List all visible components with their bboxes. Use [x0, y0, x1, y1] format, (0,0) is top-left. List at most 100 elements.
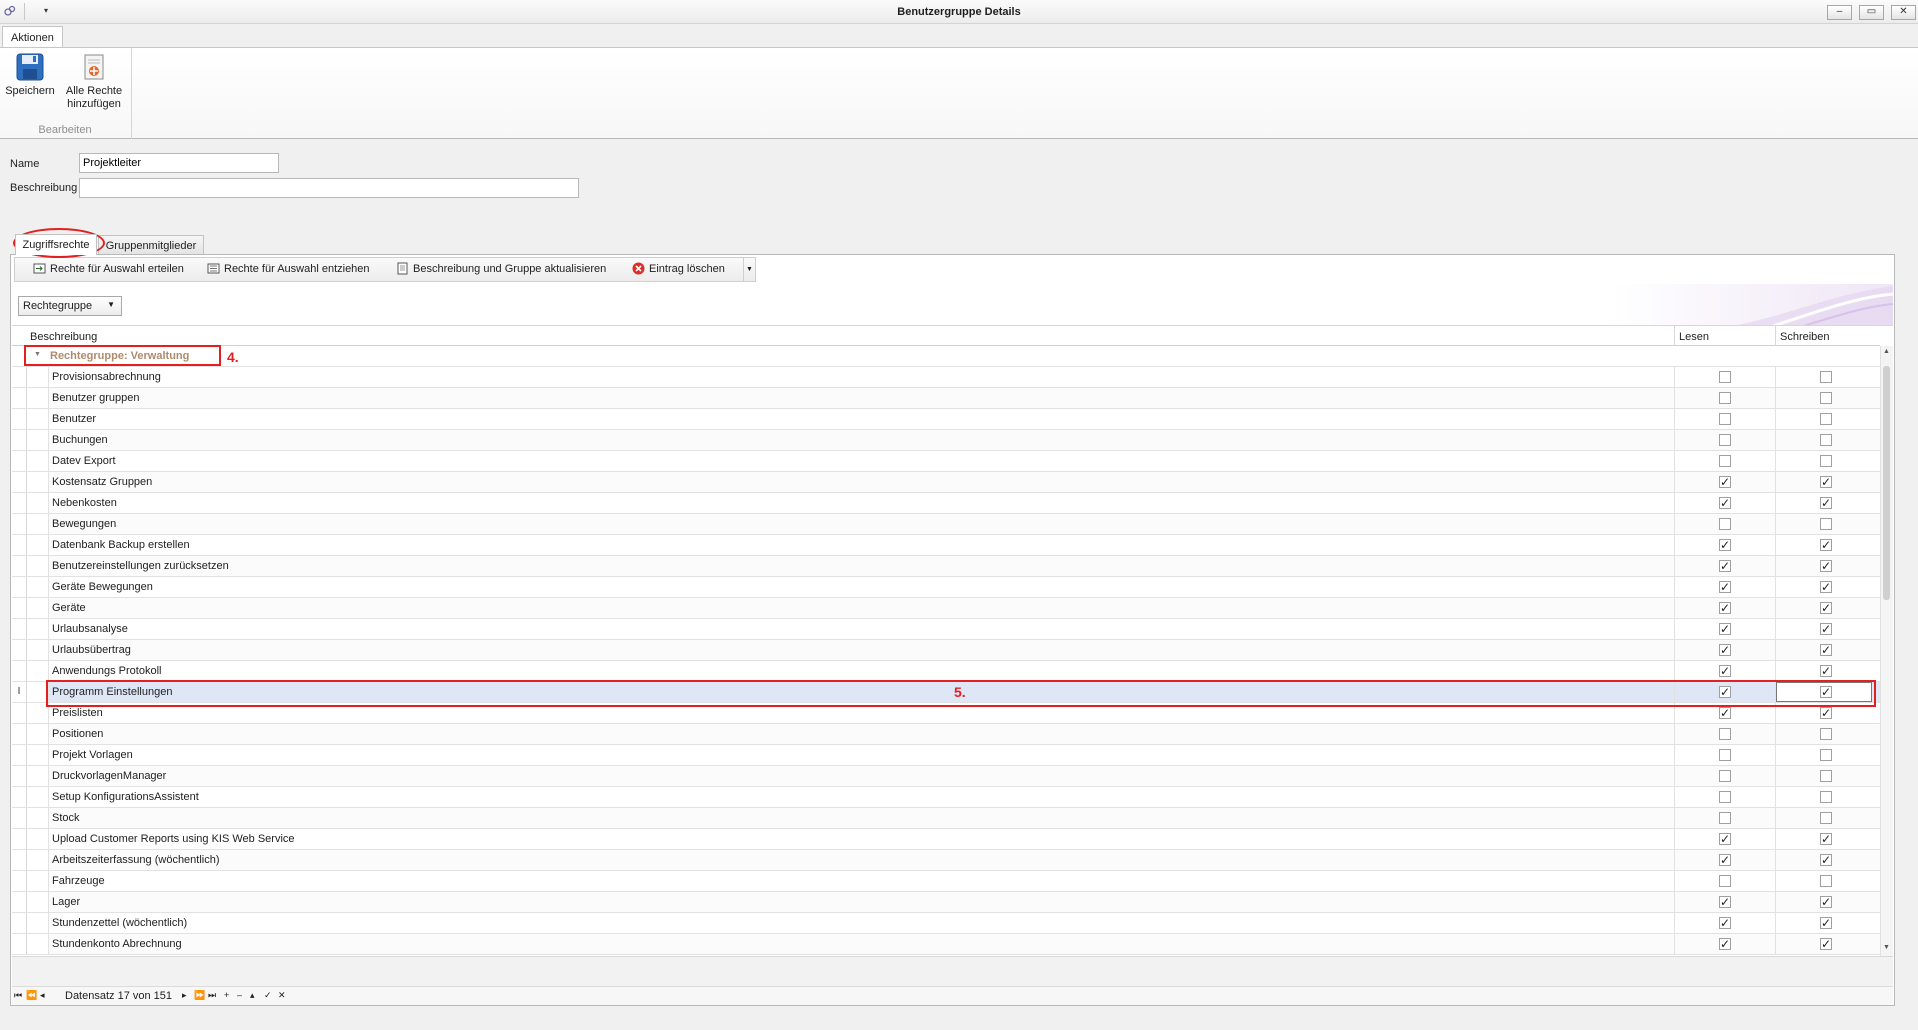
- row-indicator[interactable]: I: [12, 682, 27, 702]
- row-indicator[interactable]: [12, 724, 27, 744]
- table-row[interactable]: Arbeitszeiterfassung (wöchentlich) ✓ ✓: [12, 850, 1880, 871]
- table-row[interactable]: Urlaubsübertrag ✓ ✓: [12, 640, 1880, 661]
- row-description[interactable]: Benutzereinstellungen zurücksetzen: [52, 560, 229, 572]
- last-record-button[interactable]: ⏭: [208, 990, 216, 1001]
- row-indicator[interactable]: [12, 829, 27, 849]
- row-indicator[interactable]: [12, 619, 27, 639]
- cancel-edit-button[interactable]: ✕: [278, 990, 286, 1001]
- read-checkbox[interactable]: [1719, 728, 1731, 740]
- write-checkbox[interactable]: ✓: [1820, 896, 1832, 908]
- row-description[interactable]: Positionen: [52, 728, 103, 740]
- write-checkbox[interactable]: [1820, 455, 1832, 467]
- write-checkbox[interactable]: [1820, 371, 1832, 383]
- table-row[interactable]: Buchungen: [12, 430, 1880, 451]
- row-description[interactable]: Geräte Bewegungen: [52, 581, 153, 593]
- table-row[interactable]: Setup KonfigurationsAssistent: [12, 787, 1880, 808]
- write-checkbox[interactable]: ✓: [1820, 644, 1832, 656]
- read-checkbox[interactable]: ✓: [1719, 707, 1731, 719]
- write-checkbox[interactable]: ✓: [1820, 581, 1832, 593]
- row-description[interactable]: Urlaubsanalyse: [52, 623, 128, 635]
- read-checkbox[interactable]: ✓: [1719, 602, 1731, 614]
- row-indicator[interactable]: [12, 808, 27, 828]
- row-indicator[interactable]: [12, 409, 27, 429]
- read-checkbox[interactable]: ✓: [1719, 665, 1731, 677]
- read-checkbox[interactable]: [1719, 455, 1731, 467]
- save-button[interactable]: Speichern: [4, 52, 56, 98]
- row-description[interactable]: Geräte: [52, 602, 86, 614]
- column-header-write[interactable]: Schreiben: [1780, 331, 1830, 343]
- table-row[interactable]: Geräte Bewegungen ✓ ✓: [12, 577, 1880, 598]
- row-description[interactable]: Stock: [52, 812, 80, 824]
- read-checkbox[interactable]: [1719, 749, 1731, 761]
- row-indicator[interactable]: [12, 598, 27, 618]
- revoke-rights-button[interactable]: Rechte für Auswahl entziehen: [207, 262, 370, 275]
- table-row[interactable]: Datenbank Backup erstellen ✓ ✓: [12, 535, 1880, 556]
- table-row[interactable]: Provisionsabrechnung: [12, 367, 1880, 388]
- write-checkbox[interactable]: ✓: [1820, 707, 1832, 719]
- table-row[interactable]: Benutzer gruppen: [12, 388, 1880, 409]
- read-checkbox[interactable]: ✓: [1719, 623, 1731, 635]
- column-header-read[interactable]: Lesen: [1679, 331, 1709, 343]
- grant-rights-button[interactable]: Rechte für Auswahl erteilen: [33, 262, 184, 275]
- row-indicator[interactable]: [12, 745, 27, 765]
- group-row-verwaltung[interactable]: ▼ Rechtegruppe: Verwaltung: [12, 346, 1880, 367]
- table-row[interactable]: Projekt Vorlagen: [12, 745, 1880, 766]
- write-checkbox[interactable]: [1820, 770, 1832, 782]
- vertical-scrollbar[interactable]: ▲ ▼: [1880, 346, 1893, 956]
- row-indicator[interactable]: [12, 493, 27, 513]
- row-description[interactable]: Fahrzeuge: [52, 875, 105, 887]
- read-checkbox[interactable]: ✓: [1719, 560, 1731, 572]
- read-checkbox[interactable]: [1719, 791, 1731, 803]
- read-checkbox[interactable]: ✓: [1719, 644, 1731, 656]
- read-checkbox[interactable]: [1719, 413, 1731, 425]
- row-description[interactable]: Benutzer gruppen: [52, 392, 139, 404]
- read-checkbox[interactable]: ✓: [1719, 833, 1731, 845]
- row-description[interactable]: Arbeitszeiterfassung (wöchentlich): [52, 854, 220, 866]
- row-indicator[interactable]: [12, 514, 27, 534]
- read-checkbox[interactable]: [1719, 770, 1731, 782]
- write-checkbox[interactable]: [1820, 749, 1832, 761]
- write-checkbox[interactable]: ✓: [1820, 539, 1832, 551]
- read-checkbox[interactable]: ✓: [1719, 917, 1731, 929]
- row-indicator[interactable]: [12, 766, 27, 786]
- row-indicator[interactable]: [12, 871, 27, 891]
- scroll-down-icon[interactable]: ▼: [1883, 944, 1890, 951]
- write-checkbox[interactable]: [1820, 392, 1832, 404]
- row-indicator[interactable]: [12, 535, 27, 555]
- scroll-thumb[interactable]: [1883, 366, 1890, 600]
- table-row[interactable]: Positionen: [12, 724, 1880, 745]
- row-indicator[interactable]: [12, 850, 27, 870]
- row-description[interactable]: Kostensatz Gruppen: [52, 476, 152, 488]
- row-description[interactable]: DruckvorlagenManager: [52, 770, 166, 782]
- read-checkbox[interactable]: [1719, 518, 1731, 530]
- write-checkbox[interactable]: [1820, 875, 1832, 887]
- row-indicator[interactable]: [12, 934, 27, 954]
- write-checkbox[interactable]: ✓: [1820, 560, 1832, 572]
- table-row[interactable]: Geräte ✓ ✓: [12, 598, 1880, 619]
- name-input[interactable]: [79, 153, 279, 173]
- row-indicator[interactable]: [12, 661, 27, 681]
- row-description[interactable]: Nebenkosten: [52, 497, 117, 509]
- table-row[interactable]: Stundenkonto Abrechnung ✓ ✓: [12, 934, 1880, 955]
- next-page-button[interactable]: ⏩: [194, 990, 205, 1001]
- row-description[interactable]: Preislisten: [52, 707, 103, 719]
- update-description-button[interactable]: Beschreibung und Gruppe aktualisieren: [396, 262, 606, 275]
- row-indicator[interactable]: [12, 640, 27, 660]
- read-checkbox[interactable]: ✓: [1719, 539, 1731, 551]
- row-indicator[interactable]: [12, 892, 27, 912]
- read-checkbox[interactable]: [1719, 434, 1731, 446]
- read-checkbox[interactable]: ✓: [1719, 497, 1731, 509]
- write-checkbox[interactable]: ✓: [1820, 476, 1832, 488]
- table-row[interactable]: Kostensatz Gruppen ✓ ✓: [12, 472, 1880, 493]
- write-checkbox[interactable]: ✓: [1820, 854, 1832, 866]
- table-row[interactable]: DruckvorlagenManager: [12, 766, 1880, 787]
- read-checkbox[interactable]: [1719, 371, 1731, 383]
- table-row[interactable]: Benutzereinstellungen zurücksetzen ✓ ✓: [12, 556, 1880, 577]
- row-description[interactable]: Urlaubsübertrag: [52, 644, 131, 656]
- tab-zugriffsrechte[interactable]: Zugriffsrechte: [15, 234, 97, 255]
- write-checkbox[interactable]: [1820, 518, 1832, 530]
- restore-button[interactable]: ▭: [1859, 5, 1884, 20]
- ribbon-tab-aktionen[interactable]: Aktionen: [2, 26, 63, 48]
- write-checkbox[interactable]: ✓: [1820, 917, 1832, 929]
- read-checkbox[interactable]: ✓: [1719, 938, 1731, 950]
